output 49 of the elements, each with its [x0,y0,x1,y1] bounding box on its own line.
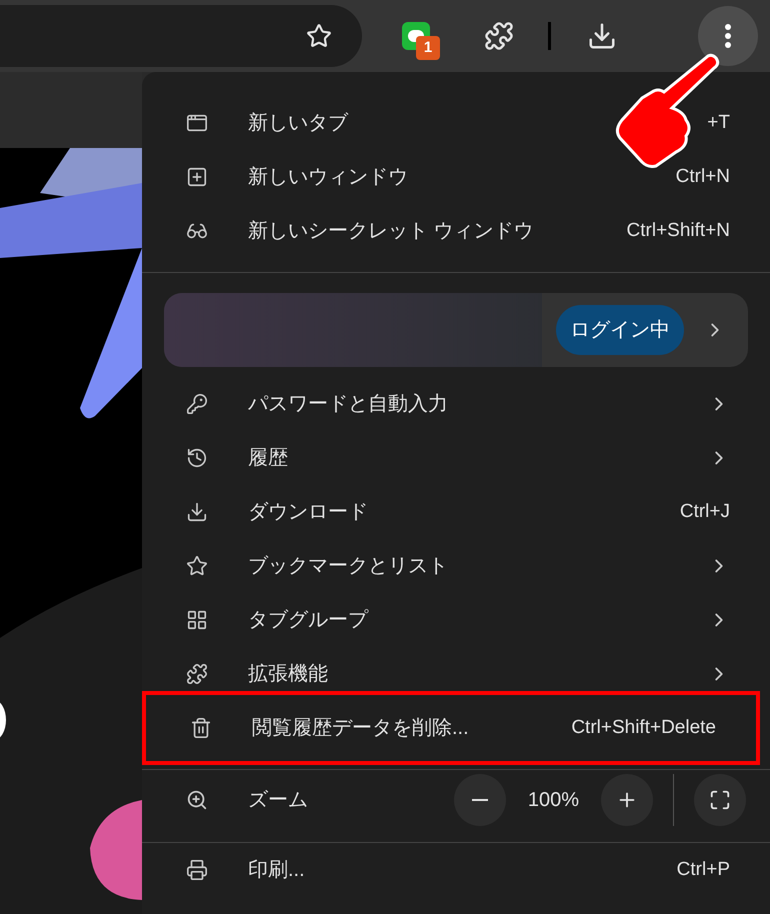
puzzle-icon [186,663,208,685]
shortcut-text: Ctrl+N [676,164,730,189]
shortcut-text: Ctrl+J [680,500,730,524]
zoom-level-text: 100% [528,788,579,813]
star-icon[interactable] [306,23,332,49]
star-icon [186,555,208,577]
menu-item[interactable]: ブックマークとリスト [142,539,770,593]
menu-item-label: 新しいタブ [248,111,348,136]
trash-icon [190,717,212,739]
menu-item[interactable]: 新しいウィンドウ Ctrl+N [142,150,770,204]
menu-item[interactable]: 印刷... Ctrl+P [142,843,770,897]
shortcut-text: +T [707,110,730,135]
menu-item[interactable]: 閲覧履歴データを削除... Ctrl+Shift+Delete [142,691,760,765]
profile-card[interactable]: ログイン中 [164,293,748,367]
menu-item-label: 新しいウィンドウ [248,165,408,190]
menu-item[interactable]: ダウンロード Ctrl+J [142,485,770,539]
download-icon[interactable] [587,21,617,51]
menu-item[interactable]: パスワードと自動入力 [142,377,770,431]
shortcut-text: Ctrl+Shift+Delete [571,716,716,740]
shortcut-text: Ctrl+P [676,858,730,882]
menu-item-label: 閲覧履歴データを削除... [252,716,469,741]
menu-item[interactable]: 新しいシークレット ウィンドウ Ctrl+Shift+N [142,204,770,258]
minus-icon [472,799,488,801]
puzzle-icon[interactable] [484,21,514,51]
history-icon [186,447,208,469]
menu-item-label: 履歴 [248,446,288,471]
menu-item-label: 拡張機能 [248,662,328,687]
menu-item-label: ダウンロード [248,500,368,525]
shortcut-text: Ctrl+Shift+N [626,218,730,243]
key-icon [186,393,208,415]
menu-item-label: 新しいシークレット ウィンドウ [248,219,534,244]
more-icon [725,24,731,48]
tab-icon [186,112,208,134]
menu-item[interactable]: タブグループ [142,593,770,647]
notification-badge: 1 [416,36,440,60]
new-window-icon [186,166,208,188]
menu-item-label: タブグループ [248,608,368,633]
menu-item-label: 印刷... [248,858,305,883]
printer-icon [186,859,208,881]
menu-item-label: パスワードと自動入力 [248,392,448,417]
menu-item-label: ブックマークとリスト [248,554,448,579]
menu-item[interactable]: 新しいタブ +T [142,96,770,150]
grid-icon [186,609,208,631]
fullscreen-icon [709,789,731,811]
menu-item[interactable]: 履歴 [142,431,770,485]
download-icon [186,501,208,523]
zoom-icon [186,789,208,811]
zoom-label: ズーム [248,788,308,813]
signed-in-badge: ログイン中 [556,305,684,355]
